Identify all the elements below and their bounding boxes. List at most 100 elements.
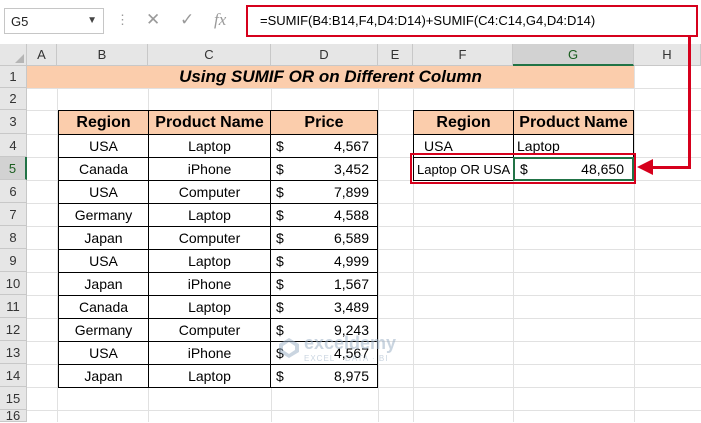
criteria-header-region[interactable]: Region bbox=[413, 110, 514, 135]
price-currency: $ bbox=[276, 207, 284, 223]
exceldemy-logo-icon bbox=[279, 338, 299, 358]
row-header-16[interactable]: 16 bbox=[0, 408, 27, 423]
price-cell[interactable]: $1,567 bbox=[270, 272, 378, 296]
row-header-10[interactable]: 10 bbox=[0, 272, 27, 295]
row-header-2[interactable]: 2 bbox=[0, 88, 27, 110]
product-cell[interactable]: Laptop bbox=[148, 203, 271, 227]
row-header-5[interactable]: 5 bbox=[0, 157, 27, 180]
product-cell[interactable]: Laptop bbox=[148, 364, 271, 388]
row-header-13[interactable]: 13 bbox=[0, 341, 27, 364]
row-header-11[interactable]: 11 bbox=[0, 295, 27, 318]
sheet-title[interactable]: Using SUMIF OR on Different Column bbox=[27, 66, 634, 88]
column-header-f[interactable]: F bbox=[413, 44, 513, 66]
price-currency: $ bbox=[276, 368, 284, 384]
header-product-name[interactable]: Product Name bbox=[148, 110, 271, 135]
product-cell[interactable]: Laptop bbox=[148, 134, 271, 158]
row-header-1[interactable]: 1 bbox=[0, 66, 27, 88]
header-region[interactable]: Region bbox=[58, 110, 149, 135]
cancel-icon[interactable]: ✕ bbox=[146, 10, 160, 30]
region-cell[interactable]: USA bbox=[58, 341, 149, 365]
row-header-3[interactable]: 3 bbox=[0, 110, 27, 134]
price-currency: $ bbox=[276, 184, 284, 200]
gridline bbox=[27, 88, 701, 89]
column-header-d[interactable]: D bbox=[271, 44, 378, 66]
row-header-9[interactable]: 9 bbox=[0, 249, 27, 272]
price-value: 7,899 bbox=[333, 184, 369, 200]
header-price[interactable]: Price bbox=[270, 110, 378, 135]
region-cell[interactable]: USA bbox=[58, 180, 149, 204]
product-cell[interactable]: iPhone bbox=[148, 341, 271, 365]
column-header-c[interactable]: C bbox=[148, 44, 271, 66]
price-currency: $ bbox=[276, 138, 284, 154]
gridline bbox=[634, 66, 635, 422]
arrow-connector-horizontal bbox=[651, 166, 691, 169]
row-header-4[interactable]: 4 bbox=[0, 134, 27, 157]
formula-bar: G5 ▼ ⋮ ✕ ✓ fx =SUMIF(B4:B14,F4,D4:D14)+S… bbox=[0, 0, 701, 44]
price-cell[interactable]: $3,452 bbox=[270, 157, 378, 181]
price-currency: $ bbox=[276, 276, 284, 292]
select-all-triangle-icon bbox=[15, 54, 24, 63]
price-cell[interactable]: $6,589 bbox=[270, 226, 378, 250]
product-cell[interactable]: iPhone bbox=[148, 157, 271, 181]
row-header-8[interactable]: 8 bbox=[0, 226, 27, 249]
price-value: 4,588 bbox=[333, 207, 369, 223]
gridline bbox=[378, 66, 379, 422]
row-header-15[interactable]: 15 bbox=[0, 387, 27, 410]
arrow-head-icon bbox=[637, 159, 653, 175]
product-cell[interactable]: Computer bbox=[148, 180, 271, 204]
row-header-12[interactable]: 12 bbox=[0, 318, 27, 341]
region-cell[interactable]: Canada bbox=[58, 295, 149, 319]
gridline bbox=[27, 410, 701, 411]
watermark-tagline: EXCEL · DATA · BI bbox=[304, 354, 389, 363]
price-value: 6,589 bbox=[333, 230, 369, 246]
worksheet-grid: A B C D E F G H 1 2 3 4 5 6 7 8 9 10 11 … bbox=[0, 36, 701, 423]
insert-function-icon[interactable]: fx bbox=[214, 10, 226, 30]
arrow-connector-vertical bbox=[688, 36, 691, 169]
product-cell[interactable]: Laptop bbox=[148, 295, 271, 319]
formula-text: =SUMIF(B4:B14,F4,D4:D14)+SUMIF(C4:C14,G4… bbox=[260, 13, 596, 28]
chevron-down-icon[interactable]: ▼ bbox=[87, 15, 97, 26]
price-currency: $ bbox=[276, 299, 284, 315]
region-cell[interactable]: USA bbox=[58, 134, 149, 158]
price-cell[interactable]: $3,489 bbox=[270, 295, 378, 319]
region-cell[interactable]: Japan bbox=[58, 364, 149, 388]
row-header-14[interactable]: 14 bbox=[0, 364, 27, 387]
price-cell[interactable]: $4,567 bbox=[270, 134, 378, 158]
price-value: 4,999 bbox=[333, 253, 369, 269]
price-cell[interactable]: $4,999 bbox=[270, 249, 378, 273]
column-header-e[interactable]: E bbox=[378, 44, 413, 66]
region-cell[interactable]: Germany bbox=[58, 318, 149, 342]
price-value: 3,489 bbox=[333, 299, 369, 315]
row-header-6[interactable]: 6 bbox=[0, 180, 27, 203]
result-highlight-box bbox=[410, 153, 636, 184]
price-value: 3,452 bbox=[333, 161, 369, 177]
region-cell[interactable]: Canada bbox=[58, 157, 149, 181]
region-cell[interactable]: Japan bbox=[58, 272, 149, 296]
watermark-name: exceldemy bbox=[304, 333, 397, 353]
region-cell[interactable]: USA bbox=[58, 249, 149, 273]
region-cell[interactable]: Germany bbox=[58, 203, 149, 227]
product-cell[interactable]: Laptop bbox=[148, 249, 271, 273]
price-value: 4,567 bbox=[333, 138, 369, 154]
price-currency: $ bbox=[276, 253, 284, 269]
product-cell[interactable]: Computer bbox=[148, 226, 271, 250]
column-header-b[interactable]: B bbox=[57, 44, 148, 66]
name-box[interactable]: G5 ▼ bbox=[4, 8, 104, 34]
formula-bar-grip-icon: ⋮ bbox=[116, 12, 129, 27]
criteria-header-product-name[interactable]: Product Name bbox=[513, 110, 634, 135]
column-header-a[interactable]: A bbox=[27, 44, 57, 66]
product-cell[interactable]: Computer bbox=[148, 318, 271, 342]
price-currency: $ bbox=[276, 161, 284, 177]
row-header-7[interactable]: 7 bbox=[0, 203, 27, 226]
enter-check-icon[interactable]: ✓ bbox=[180, 10, 194, 30]
price-cell[interactable]: $4,588 bbox=[270, 203, 378, 227]
column-header-g[interactable]: G bbox=[513, 44, 634, 66]
formula-input[interactable]: =SUMIF(B4:B14,F4,D4:D14)+SUMIF(C4:C14,G4… bbox=[246, 5, 698, 37]
price-cell[interactable]: $7,899 bbox=[270, 180, 378, 204]
select-all-button[interactable] bbox=[0, 44, 27, 66]
price-currency: $ bbox=[276, 230, 284, 246]
product-cell[interactable]: iPhone bbox=[148, 272, 271, 296]
price-cell[interactable]: $8,975 bbox=[270, 364, 378, 388]
region-cell[interactable]: Japan bbox=[58, 226, 149, 250]
watermark: exceldemy EXCEL · DATA · BI bbox=[278, 333, 396, 363]
